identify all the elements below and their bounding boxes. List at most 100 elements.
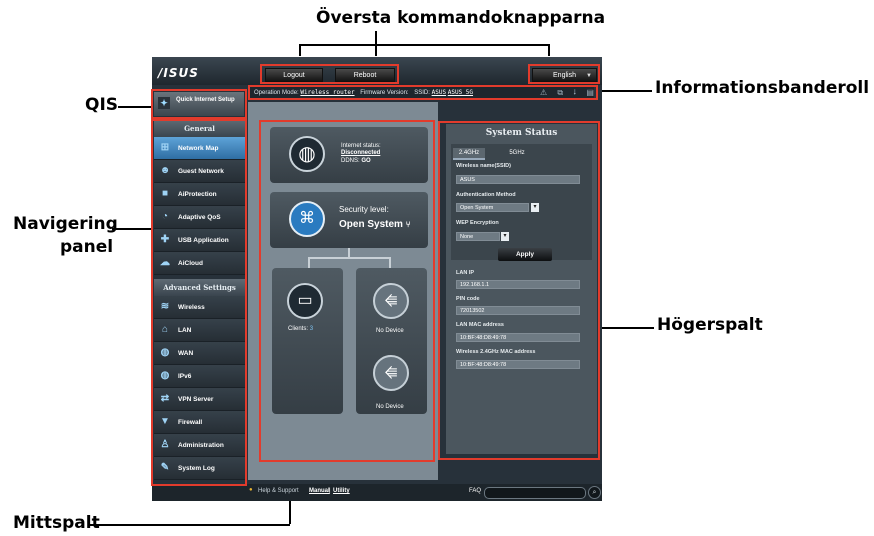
- sidebar-item-label: Administration: [178, 442, 224, 449]
- reboot-button[interactable]: Reboot: [335, 68, 395, 82]
- sidebar-item-label: LAN: [178, 327, 192, 334]
- lan-mac-value: 10:BF:48:D8:49:78: [456, 333, 580, 342]
- chevron-down-icon: ▼: [586, 73, 592, 79]
- connector-nav: [112, 228, 152, 230]
- firmware-label: Firmware Version:: [360, 90, 409, 96]
- usb-icon-1: ⭅: [373, 283, 409, 319]
- op-mode-link[interactable]: Wireless router: [300, 89, 354, 96]
- callout-qis: QIS: [85, 95, 119, 115]
- sidebar-item-wireless[interactable]: ≋ Wireless: [154, 296, 245, 319]
- sidebar-item-label: Wireless: [178, 304, 205, 311]
- sidebar-item-ipv6[interactable]: ◍ IPv6: [154, 365, 245, 388]
- sidebar-item-label: IPv6: [178, 373, 192, 380]
- pin-code-label: PIN code: [456, 296, 480, 302]
- callout-right-column: Högerspalt: [657, 315, 763, 335]
- manual-link[interactable]: Manual: [309, 488, 330, 494]
- connector-top: [299, 44, 550, 46]
- callout-info-banner: Informationsbanderoll: [655, 78, 870, 98]
- callout-nav-panel-2: panel: [60, 237, 114, 257]
- faq-label: FAQ: [469, 488, 482, 494]
- language-select[interactable]: English ▼: [532, 68, 597, 82]
- gauge-icon: ◔: [161, 211, 169, 222]
- wand-icon: ✦: [158, 97, 170, 109]
- log-icon: ✎: [160, 462, 170, 473]
- wep-encryption-label: WEP Encryption: [456, 220, 499, 226]
- ipv6-icon: ◍: [160, 370, 170, 381]
- auth-method-select[interactable]: Open System: [456, 203, 529, 212]
- security-level-text: Open System: [339, 219, 403, 230]
- internet-status-value[interactable]: Disconnected: [341, 150, 380, 156]
- sidebar-item-system-log[interactable]: ✎ System Log: [154, 457, 245, 480]
- sidebar-item-network-map[interactable]: ⊞ Network Map: [154, 137, 245, 160]
- chevron-down-icon[interactable]: ▾: [531, 203, 539, 212]
- navigation-panel: General ⊞ Network Map ☻ Guest Network ■ AiPro…: [154, 120, 245, 480]
- sidebar-item-vpn-server[interactable]: ⇄ VPN Server: [154, 388, 245, 411]
- wireless-mac-label: Wireless 2.4GHz MAC address: [456, 349, 536, 355]
- ssid-field-label: Wireless name(SSID): [456, 163, 511, 169]
- sidebar-item-lan[interactable]: ⌂ LAN: [154, 319, 245, 342]
- qis-button[interactable]: ✦ Quick Internet Setup: [154, 92, 244, 116]
- ssid-link-2[interactable]: ASUS_5G: [448, 89, 473, 96]
- ssid-input[interactable]: ASUS: [456, 175, 580, 184]
- ssid-label: SSID:: [414, 90, 430, 96]
- usb-status-1: No Device: [376, 328, 404, 334]
- sidebar-item-wan[interactable]: ◍ WAN: [154, 342, 245, 365]
- callout-nav-panel-1: Navigering: [13, 214, 118, 234]
- sidebar-item-administration[interactable]: ♙ Administration: [154, 434, 245, 457]
- wep-encryption-select[interactable]: None: [456, 232, 500, 241]
- clients-label: Clients:: [288, 326, 309, 332]
- wifi-icon: ≋: [160, 301, 170, 312]
- home-icon: ⌂: [161, 324, 169, 335]
- usb-status-2: No Device: [376, 404, 404, 410]
- unlock-icon: ⑂: [405, 220, 411, 229]
- ddns-row: DDNS: GO: [341, 158, 371, 164]
- connector-qis: [118, 106, 151, 108]
- globe-icon: ◍: [160, 347, 170, 358]
- sidebar-item-label: WAN: [178, 350, 194, 357]
- sidebar-item-label: Firewall: [178, 419, 203, 426]
- sidebar-item-firewall[interactable]: ▼ Firewall: [154, 411, 245, 434]
- faq-search-input[interactable]: [484, 487, 586, 499]
- tab-24ghz[interactable]: 2.4GHz: [453, 148, 485, 160]
- utility-link[interactable]: Utility: [333, 488, 350, 494]
- auth-method-label: Authentication Method: [456, 192, 516, 198]
- sidebar-item-label: VPN Server: [178, 396, 214, 403]
- network-map-icon: ⊞: [160, 142, 170, 153]
- sidebar-item-label: Network Map: [178, 145, 219, 152]
- footer-separator: |: [329, 488, 331, 494]
- sidebar-item-label: Adaptive QoS: [178, 214, 221, 221]
- shield-icon: ▼: [160, 416, 170, 427]
- sidebar-item-label: AiCloud: [178, 260, 203, 267]
- system-status-title: System Status: [485, 128, 558, 138]
- clients-count[interactable]: 3: [310, 326, 313, 332]
- router-icon: ⌘: [289, 201, 325, 237]
- tab-5ghz[interactable]: 5GHz: [501, 148, 533, 158]
- wireless-panel: [451, 144, 592, 260]
- vpn-icon: ⇄: [160, 393, 170, 404]
- sidebar-item-aiprotection[interactable]: ■ AiProtection: [154, 183, 245, 206]
- user-icon: ♙: [160, 439, 170, 450]
- sidebar-item-label: USB Application: [178, 237, 229, 244]
- chevron-down-icon[interactable]: ▾: [501, 232, 509, 241]
- sidebar-item-guest-network[interactable]: ☻ Guest Network: [154, 160, 245, 183]
- apply-button[interactable]: Apply: [498, 248, 552, 261]
- guest-icon: ☻: [159, 165, 171, 176]
- sidebar-item-label: System Log: [178, 465, 215, 472]
- status-icons[interactable]: ⚠ ⧉ ⭭ ▤: [540, 87, 598, 101]
- wireless-mac-value: 10:BF:48:D8:49:78: [456, 360, 580, 369]
- puzzle-icon: ✚: [160, 234, 170, 245]
- security-level-value: Open System ⑂: [339, 219, 411, 230]
- globe-icon: ◍: [289, 136, 325, 172]
- ssid-link-1[interactable]: ASUS: [432, 89, 446, 96]
- nav-general-header: General: [154, 120, 245, 137]
- language-label: English: [553, 72, 576, 79]
- sidebar-item-usb-application[interactable]: ✚ USB Application: [154, 229, 245, 252]
- sidebar-item-adaptive-qos[interactable]: ◔ Adaptive QoS: [154, 206, 245, 229]
- sidebar-item-aicloud[interactable]: ☁ AiCloud: [154, 252, 245, 275]
- search-icon[interactable]: ⌕: [588, 486, 601, 499]
- ddns-go-link[interactable]: GO: [361, 158, 370, 164]
- help-icon: ●: [249, 487, 253, 493]
- callout-middle-column: Mittspalt: [13, 513, 100, 533]
- logout-button[interactable]: Logout: [265, 68, 323, 82]
- asus-logo: /ISUS: [158, 66, 199, 80]
